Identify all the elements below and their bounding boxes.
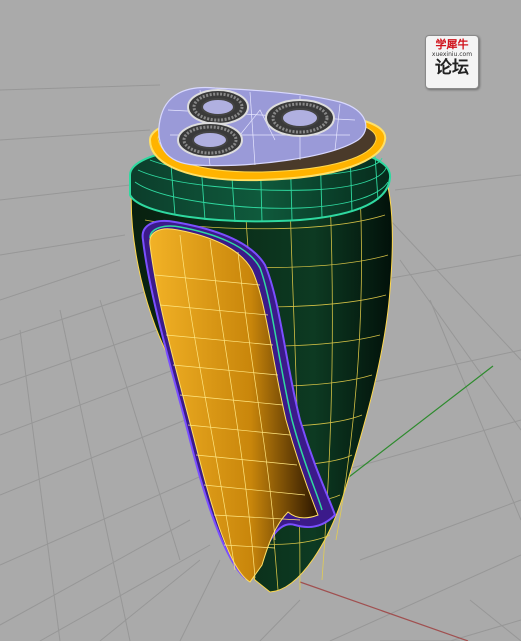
watermark-brand: 学犀牛	[435, 38, 469, 51]
blade-right	[265, 99, 335, 137]
blade-left-top	[187, 89, 249, 125]
viewport-canvas[interactable]	[0, 0, 521, 641]
watermark-url: xuexiniu.com	[431, 51, 473, 58]
rhino-perspective-viewport[interactable]: 学犀牛 xuexiniu.com 论坛	[0, 0, 521, 641]
watermark-forum: 论坛	[435, 58, 469, 78]
x-axis-line	[299, 581, 469, 641]
blade-left-bottom	[177, 122, 243, 158]
forum-watermark-logo: 学犀牛 xuexiniu.com 论坛	[425, 35, 479, 89]
